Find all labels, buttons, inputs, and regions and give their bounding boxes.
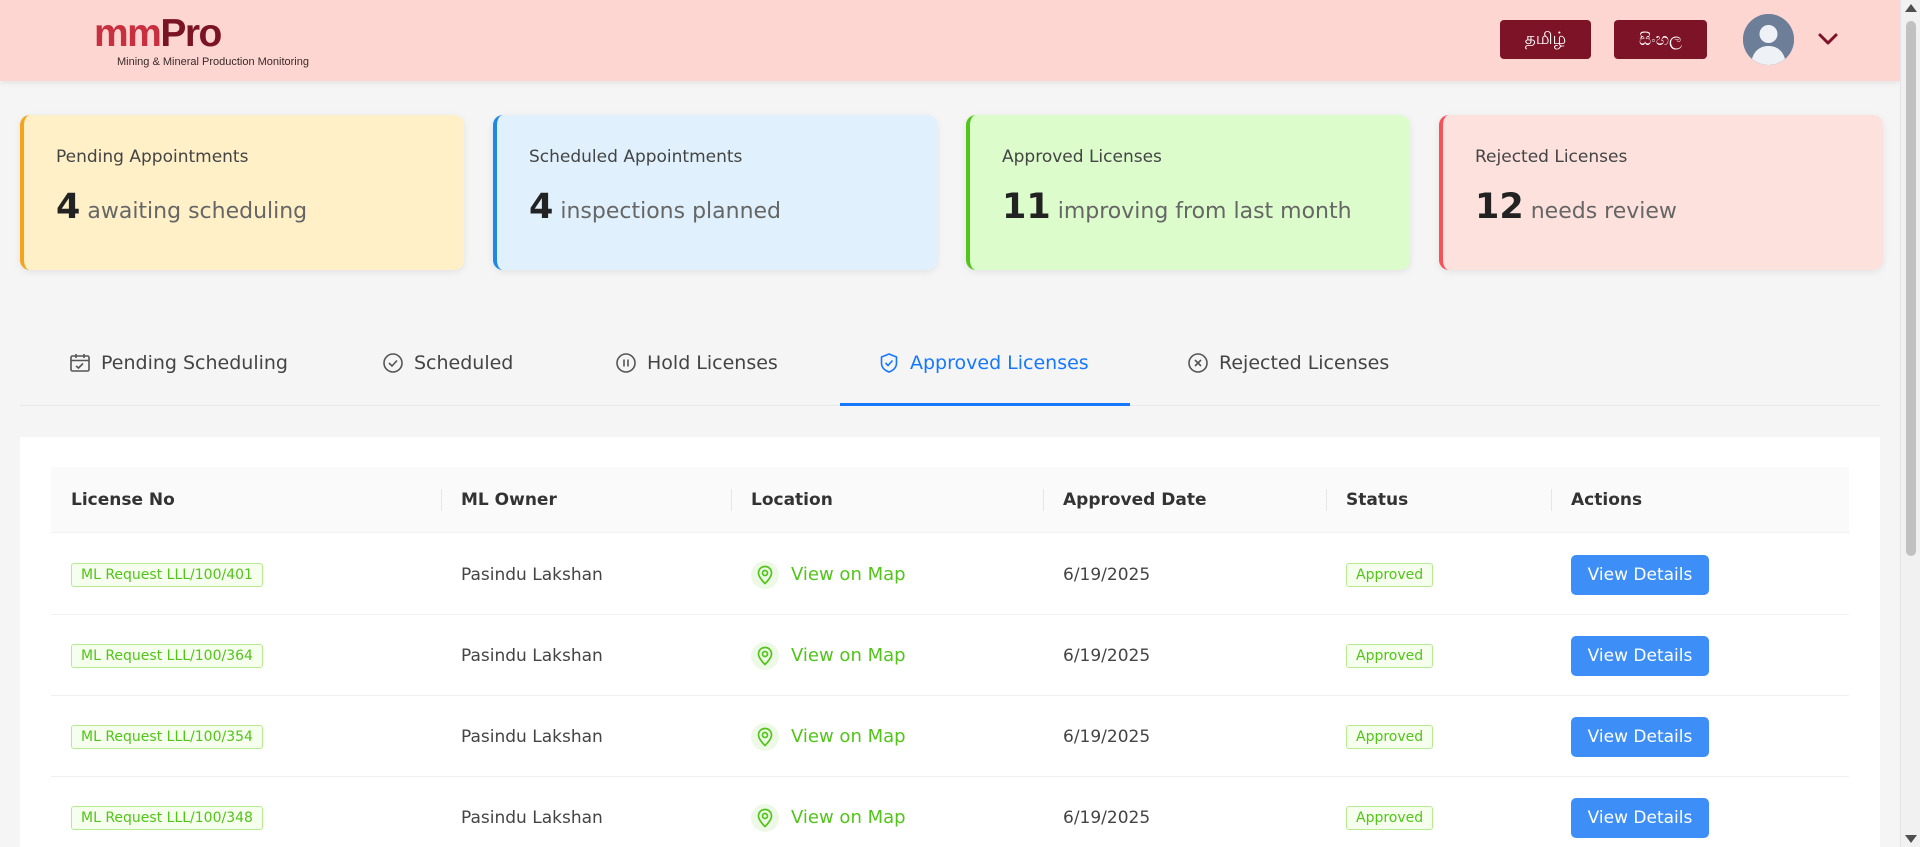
card-description: needs review (1530, 199, 1677, 224)
card-description: inspections planned (560, 199, 782, 224)
status-badge: Approved (1346, 562, 1434, 587)
license-tabs: Pending Scheduling Scheduled Hold Licens… (20, 320, 1880, 406)
scrollbar-thumb[interactable] (1906, 21, 1916, 556)
sinhala-language-button[interactable]: සිංහල (1614, 20, 1707, 59)
approved-date: 6/19/2025 (1063, 726, 1151, 747)
shield-check-icon (880, 353, 898, 373)
column-header-status[interactable]: Status (1346, 467, 1408, 533)
scroll-up-arrow-icon[interactable] (1905, 4, 1917, 12)
license-number-tag: ML Request LLL/100/354 (71, 724, 263, 749)
scheduled-appointments-card: Scheduled Appointments 4 inspections plan… (493, 115, 937, 270)
status-badge: Approved (1346, 724, 1434, 749)
table-header: License No ML Owner Location Approved Da… (51, 467, 1849, 533)
tab-pending-scheduling[interactable]: Pending Scheduling (69, 320, 288, 406)
vertical-scrollbar[interactable] (1900, 0, 1920, 847)
approved-date: 6/19/2025 (1063, 645, 1151, 666)
tab-approved-licenses[interactable]: Approved Licenses (878, 320, 1089, 406)
tab-hold-licenses[interactable]: Hold Licenses (615, 320, 778, 406)
approved-licenses-table: License No ML Owner Location Approved Da… (20, 437, 1880, 847)
table-row: ML Request LLL/100/401 Pasindu Lakshan V… (51, 534, 1849, 615)
approved-date: 6/19/2025 (1063, 807, 1151, 828)
rejected-licenses-card: Rejected Licenses 12 needs review (1439, 115, 1883, 270)
status-badge: Approved (1346, 805, 1434, 830)
column-divider (731, 489, 732, 511)
table-row: ML Request LLL/100/364 Pasindu Lakshan V… (51, 615, 1849, 696)
column-divider (1551, 489, 1552, 511)
view-on-map-link[interactable]: View on Map (751, 641, 906, 670)
column-header-location[interactable]: Location (751, 467, 833, 533)
user-avatar[interactable] (1743, 14, 1794, 65)
logo-mm: mm (94, 12, 162, 55)
card-title: Approved Licenses (1002, 147, 1162, 167)
approved-licenses-card: Approved Licenses 11 improving from last … (966, 115, 1410, 270)
tamil-language-button[interactable]: தமிழ் (1500, 20, 1591, 59)
card-count: 4 (529, 187, 554, 227)
card-description: improving from last month (1057, 199, 1352, 224)
column-header-approved-date[interactable]: Approved Date (1063, 467, 1207, 533)
logo-pro: Pro (160, 12, 222, 55)
top-header: mmPro Mining & Mineral Production Monito… (0, 0, 1900, 81)
card-count: 4 (56, 187, 81, 227)
column-header-actions[interactable]: Actions (1571, 467, 1642, 533)
user-avatar-icon (1743, 14, 1794, 65)
card-title: Pending Appointments (56, 147, 249, 167)
license-number-tag: ML Request LLL/100/364 (71, 643, 263, 668)
tab-label: Scheduled (414, 352, 514, 374)
view-on-map-link[interactable]: View on Map (751, 722, 906, 751)
card-title: Scheduled Appointments (529, 147, 743, 167)
table-row: ML Request LLL/100/348 Pasindu Lakshan V… (51, 777, 1849, 847)
card-count: 12 (1475, 187, 1524, 227)
location-link-label: View on Map (791, 726, 906, 747)
calendar-icon (70, 354, 90, 372)
check-circle-icon (383, 353, 403, 373)
card-description: awaiting scheduling (87, 199, 308, 224)
view-on-map-link[interactable]: View on Map (751, 560, 906, 589)
tab-label: Rejected Licenses (1219, 352, 1390, 374)
pause-circle-icon (616, 353, 636, 373)
tab-rejected-licenses[interactable]: Rejected Licenses (1187, 320, 1389, 406)
license-number-tag: ML Request LLL/100/401 (71, 562, 263, 587)
location-link-label: View on Map (791, 807, 906, 828)
owner-name: Pasindu Lakshan (461, 564, 603, 585)
view-details-button[interactable]: View Details (1571, 797, 1709, 838)
location-pin-icon (757, 808, 773, 828)
location-link-label: View on Map (791, 564, 906, 585)
column-header-ml-owner[interactable]: ML Owner (461, 467, 557, 533)
tab-scheduled[interactable]: Scheduled (382, 320, 513, 406)
column-divider (1043, 489, 1044, 511)
location-pin-icon (757, 646, 773, 666)
close-circle-icon (1188, 353, 1208, 373)
owner-name: Pasindu Lakshan (461, 645, 603, 666)
chevron-down-icon[interactable] (1815, 26, 1841, 52)
column-divider (1326, 489, 1327, 511)
tab-label: Pending Scheduling (101, 352, 288, 374)
status-badge: Approved (1346, 643, 1434, 668)
card-title: Rejected Licenses (1475, 147, 1628, 167)
owner-name: Pasindu Lakshan (461, 726, 603, 747)
owner-name: Pasindu Lakshan (461, 807, 603, 828)
view-details-button[interactable]: View Details (1571, 554, 1709, 595)
approved-date: 6/19/2025 (1063, 564, 1151, 585)
view-details-button[interactable]: View Details (1571, 716, 1709, 757)
scroll-down-arrow-icon[interactable] (1905, 835, 1917, 843)
column-header-license-no[interactable]: License No (71, 467, 175, 533)
table-row: ML Request LLL/100/354 Pasindu Lakshan V… (51, 696, 1849, 777)
location-pin-icon (757, 565, 773, 585)
pending-appointments-card: Pending Appointments 4 awaiting schedulin… (20, 115, 464, 270)
location-pin-icon (757, 727, 773, 747)
location-link-label: View on Map (791, 645, 906, 666)
active-tab-indicator (840, 403, 1130, 406)
view-on-map-link[interactable]: View on Map (751, 803, 906, 832)
tab-label: Hold Licenses (647, 352, 778, 374)
column-divider (441, 489, 442, 511)
license-number-tag: ML Request LLL/100/348 (71, 805, 263, 830)
app-logo[interactable]: mmPro Mining & Mineral Production Monito… (94, 12, 309, 68)
tab-label: Approved Licenses (910, 352, 1089, 374)
view-details-button[interactable]: View Details (1571, 635, 1709, 676)
card-count: 11 (1002, 187, 1051, 227)
logo-tagline: Mining & Mineral Production Monitoring (117, 56, 309, 68)
